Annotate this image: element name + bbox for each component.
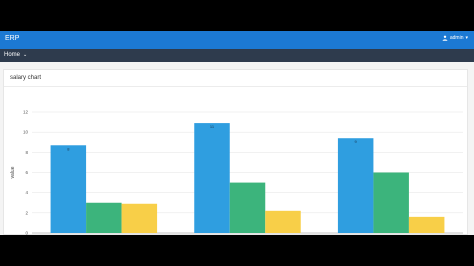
bar bbox=[373, 172, 409, 233]
chevron-down-icon: ▾ bbox=[465, 35, 468, 41]
y-tick-label: 8 bbox=[25, 150, 28, 155]
bar bbox=[121, 203, 158, 233]
y-tick-label: 4 bbox=[25, 190, 28, 195]
y-tick-label: 2 bbox=[25, 210, 28, 215]
chevron-down-icon: ⌄ bbox=[23, 52, 28, 58]
bar bbox=[86, 202, 122, 233]
user-menu[interactable]: admin ▾ bbox=[442, 35, 468, 41]
erp-app: ERP admin ▾ Home ⌄ salary chart 0 2 4 6 8 10 1… bbox=[0, 31, 474, 235]
bar bbox=[229, 182, 266, 233]
y-tick-label: 10 bbox=[23, 130, 29, 135]
bar bbox=[408, 216, 445, 233]
y-axis-title: value bbox=[10, 166, 16, 178]
y-tick-label: 6 bbox=[25, 170, 28, 175]
top-bar: ERP admin ▾ bbox=[0, 31, 474, 49]
y-tick-label: 0 bbox=[25, 231, 28, 236]
nav-home-label: Home bbox=[4, 52, 21, 58]
bar bbox=[337, 138, 374, 233]
nav-home-menu[interactable]: Home ⌄ bbox=[4, 52, 27, 58]
user-icon bbox=[442, 35, 448, 41]
bar bbox=[265, 210, 301, 233]
salary-chart: 024681012810-ACCOUNTING1120-RESEARCH930-… bbox=[10, 110, 463, 236]
brand-logo[interactable]: ERP bbox=[5, 35, 19, 42]
nav-bar: Home ⌄ bbox=[0, 49, 474, 62]
main-content: salary chart 024681012810-ACCOUNTING1120… bbox=[0, 62, 474, 235]
user-name: admin bbox=[449, 35, 464, 41]
bar bbox=[50, 145, 87, 233]
bar bbox=[194, 123, 230, 233]
y-tick-label: 12 bbox=[23, 110, 29, 115]
chart-panel: salary chart 024681012810-ACCOUNTING1120… bbox=[3, 69, 468, 235]
